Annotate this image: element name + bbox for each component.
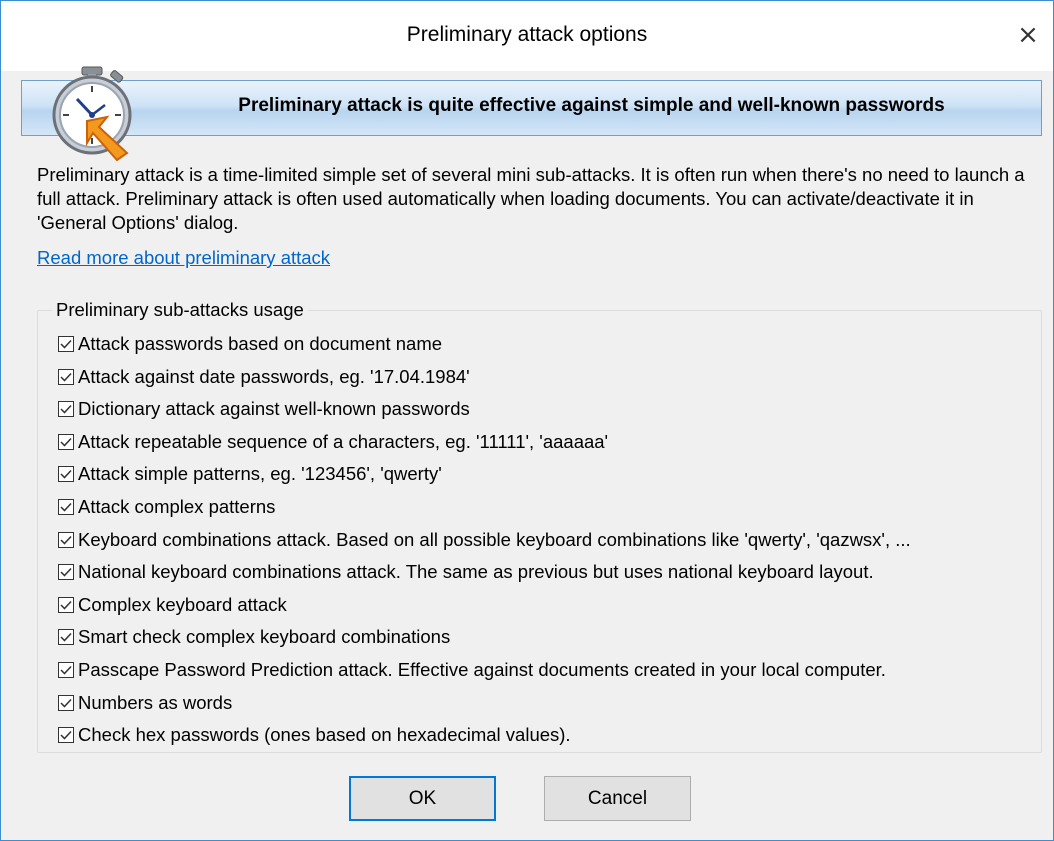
checkmark-icon (60, 568, 72, 577)
option-label: Attack complex patterns (78, 496, 276, 517)
window-title: Preliminary attack options (406, 23, 648, 46)
checkbox[interactable] (58, 694, 74, 711)
checkbox[interactable] (58, 596, 74, 613)
checkmark-icon (60, 470, 72, 479)
sub-attack-option[interactable]: Attack against date passwords, eg. '17.0… (58, 364, 470, 390)
checkbox[interactable] (58, 662, 74, 678)
checkbox[interactable] (58, 466, 74, 483)
checkmark-icon (60, 405, 72, 414)
sub-attack-option[interactable]: Smart check complex keyboard combination… (58, 624, 450, 650)
description-text: Preliminary attack is a time-limited sim… (37, 164, 1025, 233)
read-more-link[interactable]: Read more about preliminary attack (37, 247, 330, 269)
checkbox[interactable] (58, 368, 74, 385)
sub-attack-option[interactable]: Dictionary attack against well-known pas… (58, 396, 470, 422)
sub-attacks-group: Preliminary sub-attacks usage Attack pas… (37, 299, 1042, 753)
title-bar: Preliminary attack options × (1, 1, 1053, 71)
checkbox[interactable] (58, 401, 74, 418)
checkbox[interactable] (58, 727, 74, 744)
checkbox[interactable] (58, 629, 74, 646)
option-label: Passcape Password Prediction attack. Eff… (78, 659, 886, 680)
option-label: Numbers as words (78, 691, 233, 713)
option-label: Keyboard combinations attack. Based on a… (78, 528, 911, 550)
checkmark-icon (60, 339, 72, 349)
checkmark-icon (60, 731, 72, 740)
checkbox[interactable] (58, 336, 74, 352)
checkmark-icon (60, 502, 72, 512)
checkmark-icon (60, 437, 72, 447)
checkmark-icon (60, 633, 72, 642)
option-label: Attack simple patterns, eg. '123456', 'q… (78, 463, 442, 485)
checkbox[interactable] (58, 499, 74, 515)
ok-button[interactable]: OK (349, 776, 496, 821)
checkbox[interactable] (58, 531, 74, 548)
checkmark-icon (60, 535, 72, 545)
checkmark-icon (60, 372, 72, 382)
close-button[interactable]: × (1003, 1, 1053, 69)
group-legend: Preliminary sub-attacks usage (52, 299, 308, 321)
sub-attack-option[interactable]: Keyboard combinations attack. Based on a… (58, 527, 911, 553)
sub-attack-option[interactable]: Complex keyboard attack (58, 592, 287, 618)
banner-text: Preliminary attack is quite effective ag… (238, 95, 945, 116)
stopwatch-icon (52, 66, 132, 162)
checkmark-icon (60, 600, 72, 610)
cancel-button[interactable]: Cancel (544, 776, 691, 821)
option-label: National keyboard combinations attack. T… (78, 561, 874, 583)
option-label: Attack passwords based on document name (78, 333, 443, 354)
checkbox[interactable] (58, 433, 74, 450)
sub-attack-option[interactable]: Attack complex patterns (58, 494, 275, 520)
sub-attack-option[interactable]: Check hex passwords (ones based on hexad… (58, 722, 571, 748)
option-label: Complex keyboard attack (78, 593, 287, 615)
sub-attack-option[interactable]: Attack repeatable sequence of a characte… (58, 429, 608, 455)
sub-attack-option[interactable]: Passcape Password Prediction attack. Eff… (58, 657, 886, 683)
option-label: Smart check complex keyboard combination… (78, 626, 451, 648)
option-label: Check hex passwords (ones based on hexad… (78, 724, 571, 746)
sub-attack-option[interactable]: Attack simple patterns, eg. '123456', 'q… (58, 461, 442, 487)
close-icon: × (1017, 20, 1039, 50)
option-label: Attack repeatable sequence of a characte… (78, 430, 609, 452)
sub-attack-option[interactable]: National keyboard combinations attack. T… (58, 559, 874, 585)
checkmark-icon (60, 698, 72, 708)
checkbox[interactable] (58, 564, 74, 581)
checkmark-icon (60, 665, 72, 675)
sub-attack-option[interactable]: Attack passwords based on document name (58, 331, 442, 357)
dialog-window: Preliminary attack options × Preliminary… (0, 0, 1054, 841)
sub-attack-option[interactable]: Numbers as words (58, 690, 232, 716)
option-label: Attack against date passwords, eg. '17.0… (78, 365, 470, 387)
option-label: Dictionary attack against well-known pas… (78, 398, 470, 420)
info-banner: Preliminary attack is quite effective ag… (21, 80, 1042, 136)
